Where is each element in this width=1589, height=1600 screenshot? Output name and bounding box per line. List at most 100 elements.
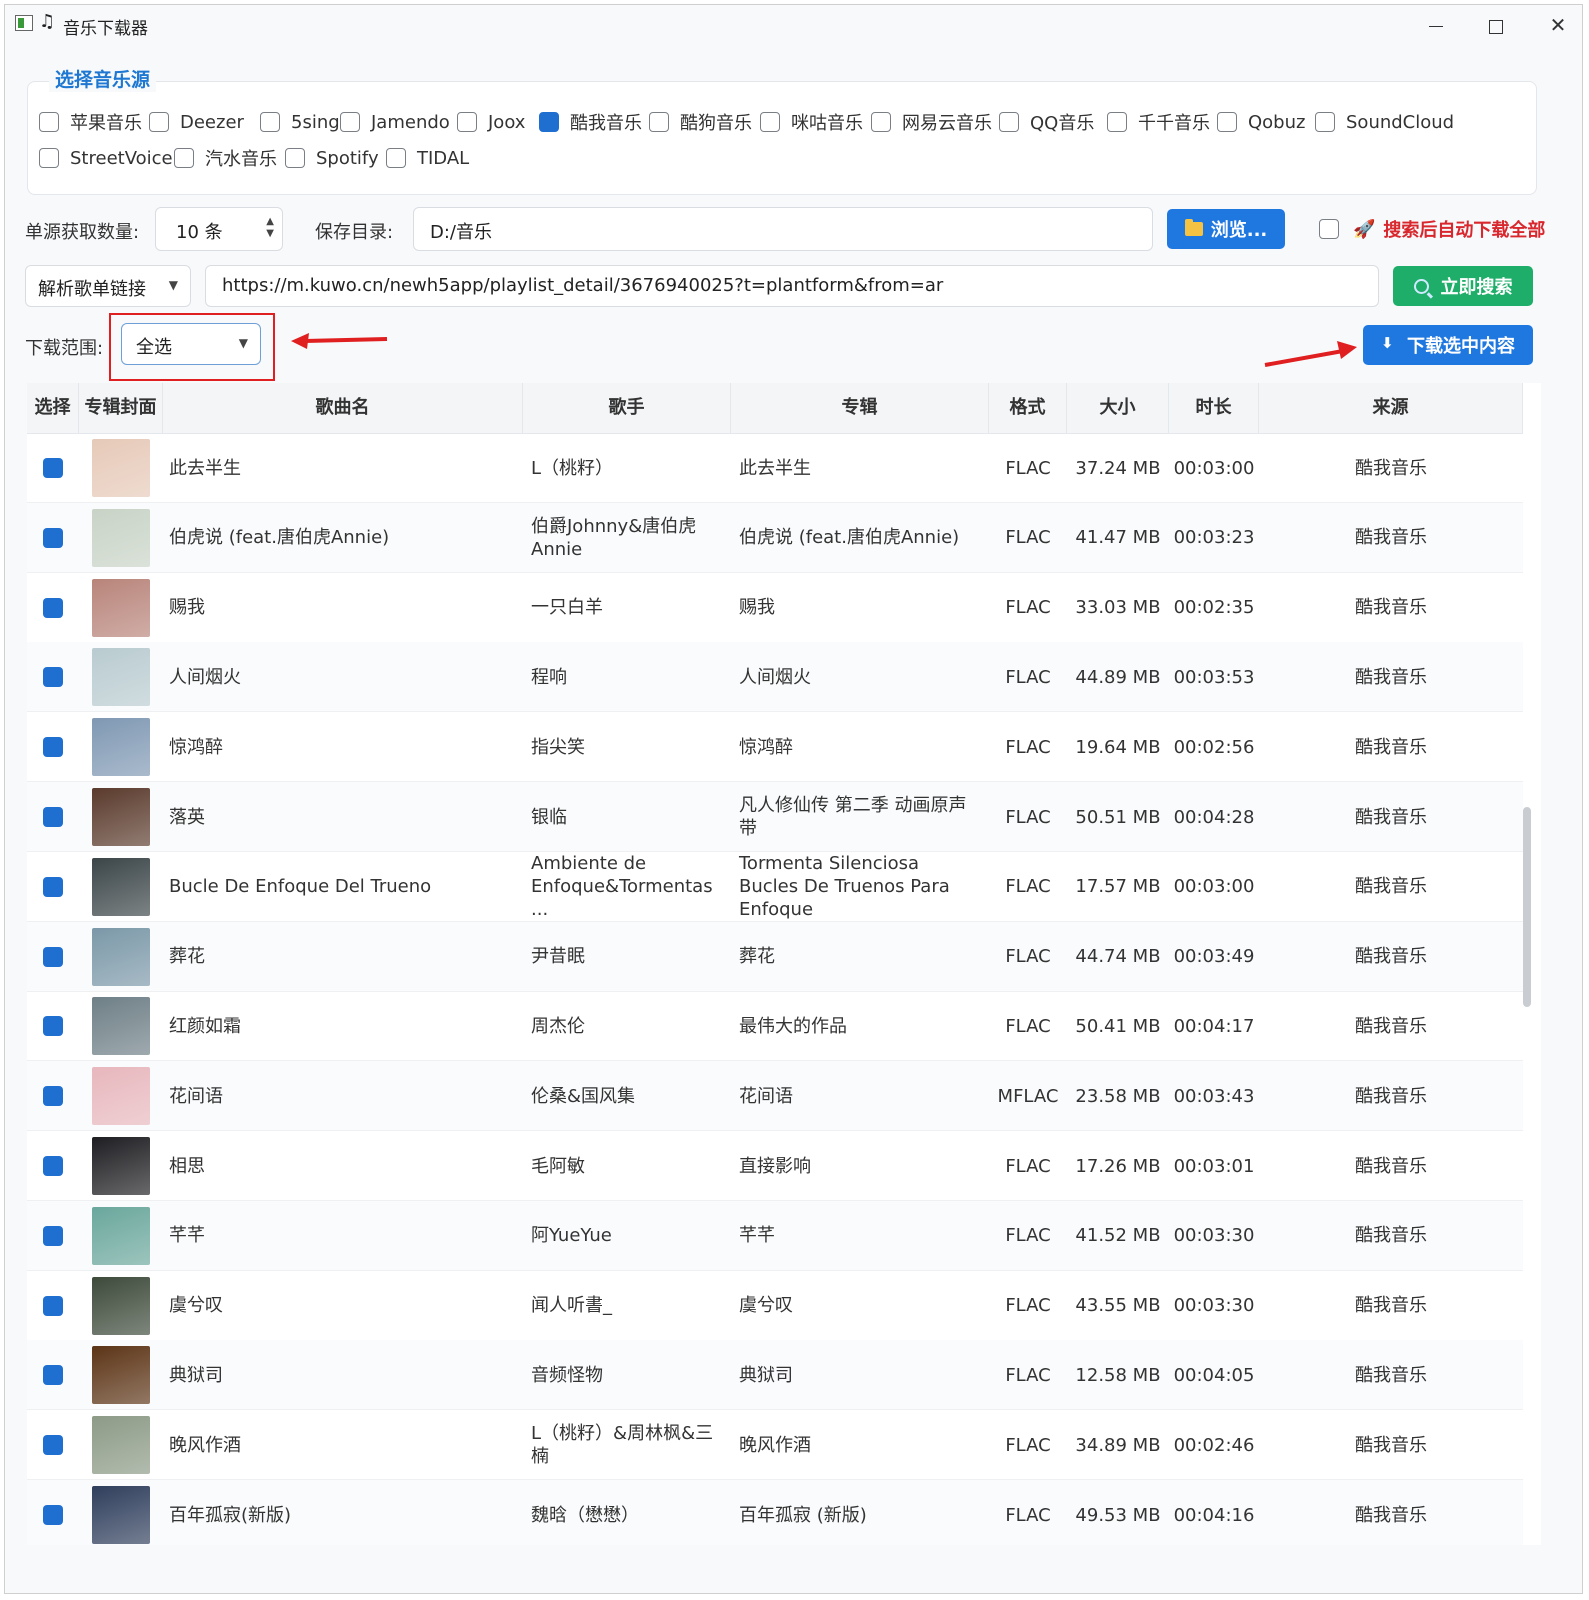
- spin-arrows-icon[interactable]: ▲ ▼: [266, 216, 274, 240]
- source-option[interactable]: 千千音乐: [1107, 107, 1210, 137]
- table-row[interactable]: 此去半生 L（桃籽） 此去半生 FLAC 37.24 MB 00:03:00 酷我音乐: [27, 433, 1523, 503]
- select-cell[interactable]: [27, 1061, 79, 1131]
- column-header[interactable]: 来源: [1259, 383, 1523, 433]
- row-checkbox[interactable]: [43, 597, 63, 618]
- select-cell[interactable]: [27, 1410, 79, 1480]
- source-checkbox[interactable]: [871, 112, 891, 132]
- source-checkbox[interactable]: [340, 112, 360, 132]
- source-option[interactable]: 苹果音乐: [39, 107, 142, 137]
- source-option[interactable]: StreetVoice: [39, 143, 173, 173]
- source-option[interactable]: TIDAL: [386, 143, 469, 173]
- table-row[interactable]: 红颜如霜 周杰伦 最伟大的作品 FLAC 50.41 MB 00:04:17 酷我音乐: [27, 991, 1523, 1062]
- source-checkbox[interactable]: [649, 112, 669, 132]
- column-header[interactable]: 选择: [27, 383, 79, 433]
- source-checkbox[interactable]: [149, 112, 169, 132]
- source-checkbox[interactable]: [999, 112, 1019, 132]
- row-checkbox[interactable]: [43, 876, 63, 897]
- select-cell[interactable]: [27, 1480, 79, 1545]
- source-option[interactable]: QQ音乐: [999, 107, 1094, 137]
- source-checkbox[interactable]: [539, 112, 559, 132]
- table-row[interactable]: 百年孤寂(新版) 魏晗（懋懋） 百年孤寂 (新版) FLAC 49.53 MB 00:04…: [27, 1480, 1523, 1545]
- source-option[interactable]: 酷狗音乐: [649, 107, 752, 137]
- column-header[interactable]: 大小: [1067, 383, 1169, 433]
- search-now-button[interactable]: 立即搜索: [1393, 266, 1533, 306]
- source-option[interactable]: Qobuz: [1217, 107, 1305, 137]
- row-checkbox[interactable]: [43, 1505, 63, 1525]
- select-cell[interactable]: [27, 642, 79, 712]
- source-checkbox[interactable]: [260, 112, 280, 132]
- source-option[interactable]: 汽水音乐: [174, 143, 277, 173]
- row-checkbox[interactable]: [43, 527, 63, 548]
- column-header[interactable]: 专辑封面: [79, 383, 163, 433]
- row-checkbox[interactable]: [43, 1435, 63, 1456]
- select-cell[interactable]: [27, 573, 79, 643]
- table-row[interactable]: 相思 毛阿敏 直接影响 FLAC 17.26 MB 00:03:01 酷我音乐: [27, 1131, 1523, 1201]
- close-button[interactable]: ✕: [1533, 9, 1582, 41]
- column-header[interactable]: 专辑: [731, 383, 989, 433]
- table-row[interactable]: 花间语 伦桑&国风集 花间语 MFLAC 23.58 MB 00:03:43 酷我音乐: [27, 1061, 1523, 1132]
- source-checkbox[interactable]: [39, 148, 59, 168]
- source-checkbox[interactable]: [760, 112, 780, 132]
- source-option[interactable]: SoundCloud: [1315, 107, 1454, 137]
- row-checkbox[interactable]: [43, 1016, 63, 1037]
- browse-button[interactable]: 浏览...: [1167, 209, 1285, 249]
- table-row[interactable]: 伯虎说 (feat.唐伯虎Annie) 伯爵Johnny&唐伯虎Annie 伯虎说 …: [27, 502, 1523, 573]
- select-cell[interactable]: [27, 712, 79, 782]
- source-option[interactable]: Deezer: [149, 107, 244, 137]
- row-checkbox[interactable]: [43, 807, 63, 827]
- source-option[interactable]: Joox: [457, 107, 525, 137]
- vertical-scrollbar[interactable]: [1523, 807, 1531, 1007]
- column-header[interactable]: 歌手: [523, 383, 731, 433]
- table-row[interactable]: 惊鸿醉 指尖笑 惊鸿醉 FLAC 19.64 MB 00:02:56 酷我音乐: [27, 712, 1523, 783]
- save-dir-input[interactable]: D:/音乐: [413, 207, 1153, 251]
- select-cell[interactable]: [27, 852, 79, 922]
- source-checkbox[interactable]: [1107, 112, 1127, 132]
- maximize-button[interactable]: [1471, 9, 1521, 41]
- table-row[interactable]: Bucle De Enfoque Del Trueno Ambiente de E…: [27, 852, 1523, 922]
- download-selected-button[interactable]: 下载选中内容: [1363, 325, 1533, 365]
- table-row[interactable]: 典狱司 音频怪物 典狱司 FLAC 12.58 MB 00:04:05 酷我音乐: [27, 1340, 1523, 1411]
- source-checkbox[interactable]: [1315, 112, 1335, 132]
- column-header[interactable]: 格式: [989, 383, 1067, 433]
- column-header[interactable]: 歌曲名: [163, 383, 523, 433]
- search-mode-select[interactable]: 解析歌单链接 ▼: [25, 265, 191, 307]
- row-checkbox[interactable]: [43, 667, 63, 688]
- row-checkbox[interactable]: [43, 1225, 63, 1246]
- row-checkbox[interactable]: [43, 458, 63, 478]
- row-checkbox[interactable]: [43, 737, 63, 758]
- row-checkbox[interactable]: [43, 1086, 63, 1107]
- source-checkbox[interactable]: [457, 112, 477, 132]
- source-checkbox[interactable]: [1217, 112, 1237, 132]
- table-row[interactable]: 晚风作酒 L（桃籽）&周林枫&三楠 晚风作酒 FLAC 34.89 MB 00:02:46…: [27, 1410, 1523, 1481]
- row-checkbox[interactable]: [43, 946, 63, 967]
- range-select[interactable]: 全选 ▼: [121, 323, 261, 365]
- row-checkbox[interactable]: [43, 1295, 63, 1316]
- source-checkbox[interactable]: [39, 112, 59, 132]
- select-cell[interactable]: [27, 433, 79, 503]
- auto-download-label-group[interactable]: 🚀 搜索后自动下载全部: [1353, 216, 1545, 242]
- source-option[interactable]: 咪咕音乐: [760, 107, 863, 137]
- column-header[interactable]: 时长: [1169, 383, 1259, 433]
- source-option[interactable]: 5sing: [260, 107, 340, 137]
- table-row[interactable]: 芊芊 阿YueYue 芊芊 FLAC 41.52 MB 00:03:30 酷我音乐: [27, 1200, 1523, 1271]
- minimize-button[interactable]: [1411, 9, 1461, 41]
- select-cell[interactable]: [27, 1271, 79, 1341]
- table-row[interactable]: 赐我 一只白羊 赐我 FLAC 33.03 MB 00:02:35 酷我音乐: [27, 573, 1523, 643]
- url-input[interactable]: https://m.kuwo.cn/newh5app/playlist_deta…: [205, 265, 1379, 307]
- select-cell[interactable]: [27, 503, 79, 573]
- table-row[interactable]: 落英 银临 凡人修仙传 第二季 动画原声带 FLAC 50.51 MB 00:04:28 酷…: [27, 782, 1523, 852]
- row-checkbox[interactable]: [43, 1156, 63, 1176]
- select-cell[interactable]: [27, 1340, 79, 1410]
- select-cell[interactable]: [27, 782, 79, 852]
- source-option[interactable]: 网易云音乐: [871, 107, 992, 137]
- source-checkbox[interactable]: [386, 148, 406, 168]
- row-checkbox[interactable]: [43, 1365, 63, 1386]
- table-row[interactable]: 人间烟火 程响 人间烟火 FLAC 44.89 MB 00:03:53 酷我音乐: [27, 642, 1523, 713]
- select-cell[interactable]: [27, 922, 79, 992]
- auto-download-checkbox[interactable]: [1319, 219, 1339, 239]
- select-cell[interactable]: [27, 1131, 79, 1201]
- select-cell[interactable]: [27, 991, 79, 1061]
- source-option[interactable]: Spotify: [285, 143, 379, 173]
- count-spinbox[interactable]: 10 条 ▲ ▼: [155, 207, 283, 251]
- table-row[interactable]: 葬花 尹昔眠 葬花 FLAC 44.74 MB 00:03:49 酷我音乐: [27, 921, 1523, 992]
